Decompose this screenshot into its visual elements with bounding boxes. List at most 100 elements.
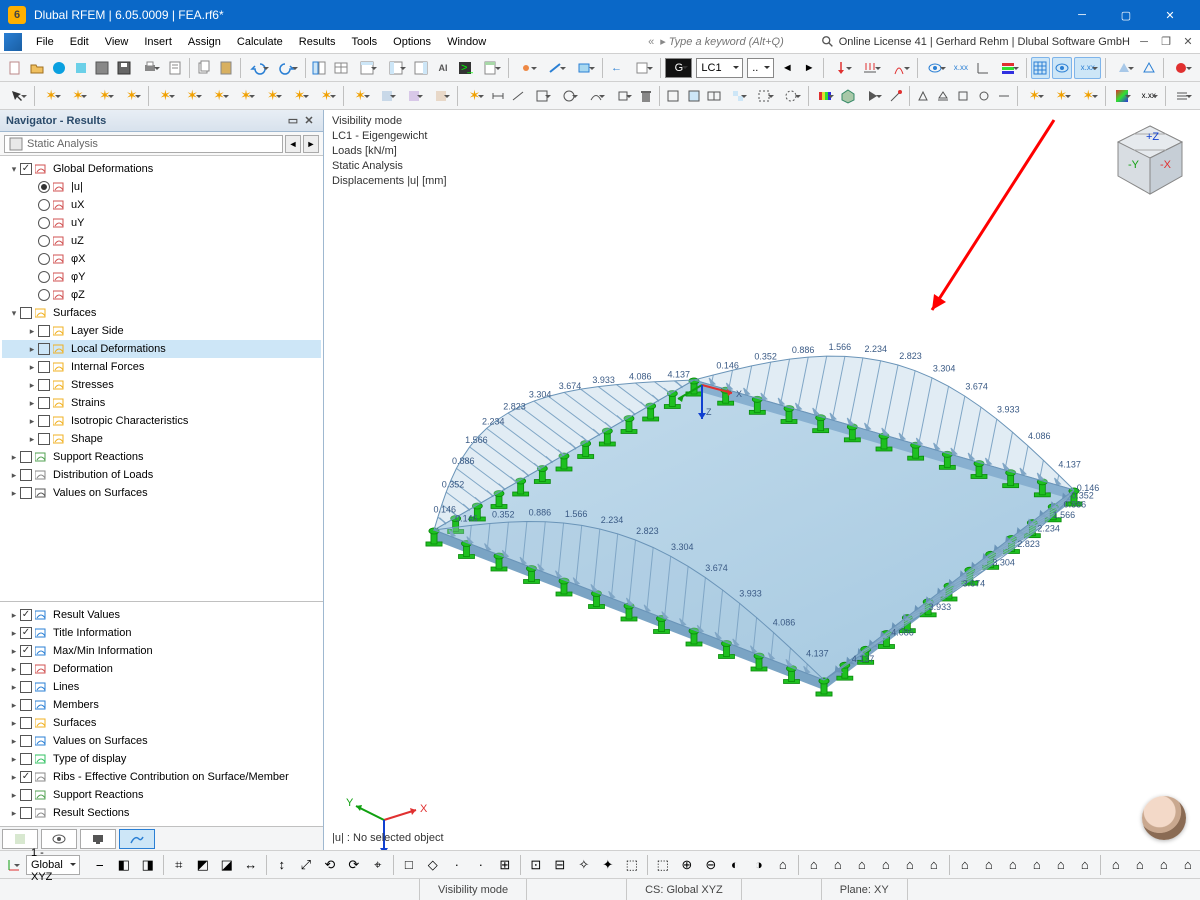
display-option-item[interactable]: ▸Values on Surfaces [2, 732, 321, 750]
display-option-item[interactable]: ▸Deformation [2, 660, 321, 678]
tab-results[interactable] [119, 829, 155, 849]
bottom-tool-21[interactable]: ⬚ [621, 854, 643, 876]
dim6-tool[interactable] [610, 85, 635, 107]
nf15-tool[interactable]: ✶ [1049, 85, 1074, 107]
menu-edit[interactable]: Edit [62, 33, 97, 51]
save-as-button[interactable] [92, 57, 112, 79]
tree-item[interactable]: φX [2, 250, 321, 268]
bottom-tool-0[interactable]: ⎯ [89, 854, 111, 876]
render1-button[interactable] [1110, 57, 1137, 79]
grid-show-button[interactable] [1031, 57, 1051, 79]
tree-item[interactable]: uY [2, 214, 321, 232]
nf9-tool[interactable]: ✶ [260, 85, 285, 107]
assistant-avatar[interactable] [1142, 796, 1186, 840]
bottom-tool-30[interactable]: ⌂ [851, 854, 873, 876]
maximize-button[interactable]: ▢ [1104, 0, 1148, 30]
undo-button[interactable] [245, 57, 272, 79]
menu-view[interactable]: View [97, 33, 137, 51]
bottom-tool-28[interactable]: ⌂ [803, 854, 825, 876]
close-doc-button[interactable]: ✕ [1180, 35, 1196, 49]
nf14-tool[interactable]: ✶ [1022, 85, 1047, 107]
bottom-tool-1[interactable]: ◧ [113, 854, 135, 876]
tree-item[interactable]: ▾Global Deformations [2, 160, 321, 178]
load-member-tool[interactable] [857, 57, 884, 79]
dim3-tool[interactable] [530, 85, 555, 107]
tree-item[interactable]: ▸Layer Side [2, 322, 321, 340]
bottom-tool-36[interactable]: ⌂ [1002, 854, 1024, 876]
result-eye-button[interactable] [922, 57, 949, 79]
nf3-tool[interactable]: ✶ [92, 85, 117, 107]
nf8-tool[interactable]: ✶ [234, 85, 259, 107]
ai-button[interactable]: AI [433, 57, 453, 79]
view4-button[interactable] [725, 85, 750, 107]
supp4-button[interactable] [975, 85, 993, 107]
lc-sub-combo[interactable]: .. [747, 58, 774, 78]
bottom-tool-40[interactable]: ⌂ [1105, 854, 1127, 876]
navigation-cube[interactable]: -X -Y +Z [1110, 120, 1190, 200]
xxx-button[interactable]: x.xx [1136, 85, 1161, 107]
tree-item[interactable]: ▸Stresses [2, 376, 321, 394]
display-option-item[interactable]: ▸Title Information [2, 624, 321, 642]
panel2-button[interactable] [382, 57, 409, 79]
nf7-tool[interactable]: ✶ [207, 85, 232, 107]
display-option-item[interactable]: ▸Max/Min Information [2, 642, 321, 660]
bottom-tool-9[interactable]: ⟲ [319, 854, 341, 876]
tree-item[interactable]: ▸Isotropic Characteristics [2, 412, 321, 430]
result-axis-button[interactable] [973, 57, 993, 79]
dim1-tool[interactable] [489, 85, 507, 107]
view6-button[interactable] [779, 85, 804, 107]
tree-item[interactable]: φY [2, 268, 321, 286]
analysis-next-button[interactable]: ► [303, 135, 319, 153]
menu-window[interactable]: Window [439, 33, 494, 51]
nav-data-button[interactable] [309, 57, 329, 79]
render2-button[interactable] [1139, 57, 1159, 79]
bottom-tool-18[interactable]: ⊟ [549, 854, 571, 876]
bottom-tool-17[interactable]: ⊡ [525, 854, 547, 876]
menu-logo-icon[interactable] [4, 33, 22, 51]
nf13-tool[interactable]: ✶ [462, 85, 487, 107]
lc-fwd-button[interactable]: ► [799, 57, 819, 79]
display-option-item[interactable]: ▸Support Reactions [2, 786, 321, 804]
bottom-tool-20[interactable]: ✦ [597, 854, 619, 876]
line-tool[interactable] [542, 57, 569, 79]
bottom-tool-41[interactable]: ⌂ [1129, 854, 1151, 876]
bottom-tool-43[interactable]: ⌂ [1177, 854, 1199, 876]
node-tool[interactable] [513, 57, 540, 79]
cs-icon-button[interactable] [5, 854, 23, 876]
bottom-tool-32[interactable]: ⌂ [899, 854, 921, 876]
view1-button[interactable] [664, 85, 682, 107]
scale-button[interactable] [1168, 57, 1195, 79]
dim2-tool[interactable] [509, 85, 527, 107]
display-option-item[interactable]: ▸Result Values [2, 606, 321, 624]
bottom-tool-8[interactable]: ⤢ [295, 854, 317, 876]
result-legend-button[interactable] [995, 57, 1022, 79]
bottom-tool-11[interactable]: ⌖ [367, 854, 389, 876]
bottom-tool-22[interactable]: ⬚ [652, 854, 674, 876]
bottom-tool-13[interactable]: ◇ [422, 854, 444, 876]
tree-item[interactable]: uZ [2, 232, 321, 250]
nf1-tool[interactable]: ✶ [39, 85, 64, 107]
menu-tools[interactable]: Tools [343, 33, 385, 51]
bottom-tool-38[interactable]: ⌂ [1050, 854, 1072, 876]
new-button[interactable] [5, 57, 25, 79]
trash-tool[interactable] [637, 85, 655, 107]
analysis-prev-button[interactable]: ◄ [285, 135, 301, 153]
probe-button[interactable] [887, 85, 905, 107]
cs-combo[interactable]: 1 - Global XYZ [26, 855, 80, 875]
surface-tool[interactable] [571, 57, 598, 79]
iso-button[interactable] [839, 85, 857, 107]
script-button[interactable]: >_ [455, 57, 475, 79]
bottom-tool-19[interactable]: ✧ [573, 854, 595, 876]
color-scale-button[interactable] [1110, 85, 1135, 107]
bottom-tool-16[interactable]: ⊞ [494, 854, 516, 876]
tree-item[interactable]: ▸Values on Surfaces [2, 484, 321, 502]
menu-file[interactable]: File [28, 33, 62, 51]
lc-back-button[interactable]: ◄ [777, 57, 797, 79]
menu-assign[interactable]: Assign [180, 33, 229, 51]
block-button[interactable] [49, 57, 69, 79]
results-tree[interactable]: ▾Global Deformations|u|uXuYuZφXφYφZ▾Surf… [0, 156, 323, 601]
restore-doc-button[interactable]: ─ [1136, 35, 1152, 49]
tree-item[interactable]: ▸Strains [2, 394, 321, 412]
bottom-tool-24[interactable]: ⊖ [700, 854, 722, 876]
display-options-tree[interactable]: ▸Result Values▸Title Information▸Max/Min… [0, 601, 323, 826]
